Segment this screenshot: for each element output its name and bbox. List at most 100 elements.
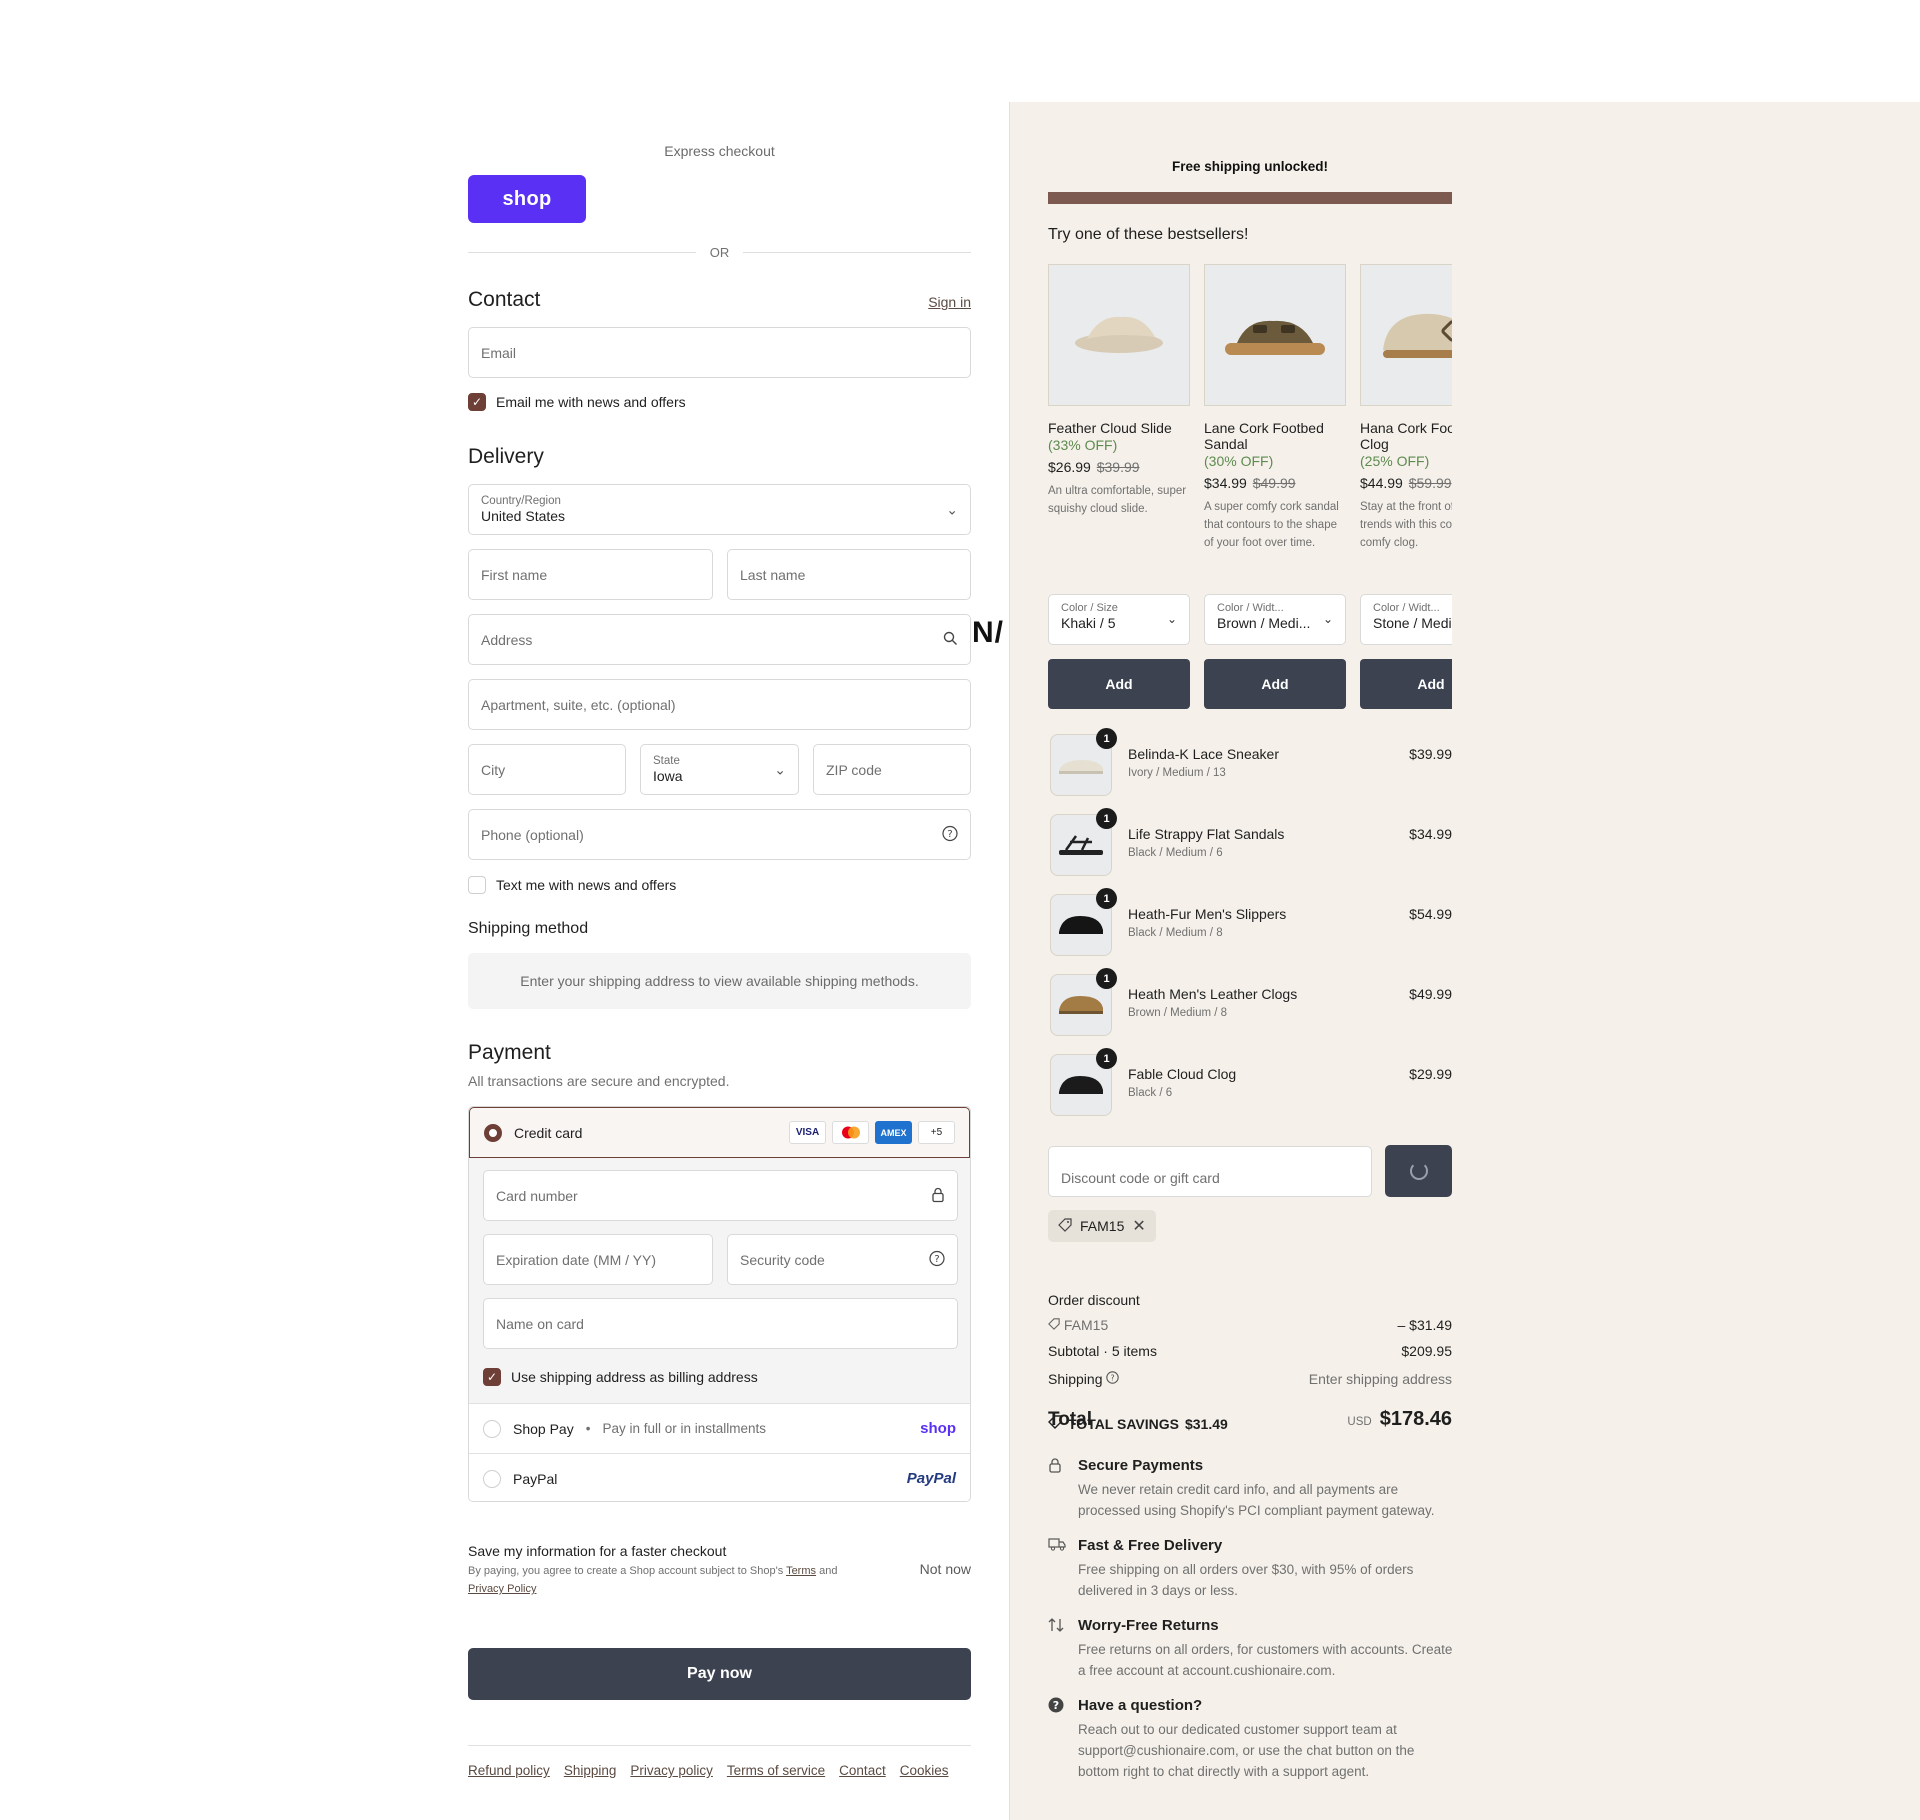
variant-label: Color / Widt... <box>1217 602 1284 614</box>
add-button[interactable]: Add <box>1048 659 1190 709</box>
variant-select[interactable]: Color / Widt... Stone / Medium <box>1360 594 1452 645</box>
email-opt-in-checkbox[interactable]: ✓ <box>468 393 486 411</box>
add-button[interactable]: Add <box>1204 659 1346 709</box>
item-name: Fable Cloud Clog <box>1128 1066 1237 1082</box>
item-price: $39.99 <box>1409 746 1452 762</box>
paypal-option[interactable]: PayPal PayPal <box>469 1453 970 1501</box>
benefit-description: Reach out to our dedicated customer supp… <box>1078 1722 1415 1779</box>
not-now-button[interactable]: Not now <box>920 1561 971 1577</box>
pay-now-button[interactable]: Pay now <box>468 1648 971 1700</box>
shipping-label: Shipping <box>1048 1371 1103 1387</box>
security-code-placeholder: Security code <box>740 1251 825 1268</box>
search-icon <box>943 631 958 649</box>
product-image[interactable] <box>1360 264 1452 406</box>
order-discount-label: Order discount <box>1048 1292 1140 1308</box>
name-on-card-field[interactable]: Name on card <box>483 1298 958 1349</box>
address-field[interactable]: Address <box>468 614 971 665</box>
svg-text:?: ? <box>1111 1372 1115 1382</box>
use-shipping-checkbox[interactable]: ✓ <box>483 1368 501 1386</box>
product-image[interactable] <box>1204 264 1346 406</box>
total-savings-label: TOTAL SAVINGS <box>1068 1415 1179 1432</box>
terms-link[interactable]: Terms <box>786 1565 816 1577</box>
state-select[interactable]: State Iowa ⌄ <box>640 744 799 795</box>
discount-code-input[interactable]: Discount code or gift card <box>1048 1146 1372 1197</box>
payment-methods: Credit card VISA AMEX +5 Card number Exp… <box>468 1106 971 1502</box>
shop-pay-option[interactable]: Shop Pay • Pay in full or in installment… <box>469 1403 970 1453</box>
paypal-radio[interactable] <box>483 1469 501 1488</box>
email-field[interactable]: Email <box>468 327 971 378</box>
product-discount: (25% OFF) <box>1360 453 1430 469</box>
contact-title: Contact <box>468 288 541 311</box>
divider-line <box>743 251 971 253</box>
product-image[interactable] <box>1048 264 1190 406</box>
help-icon[interactable]: ? <box>1106 1371 1120 1387</box>
shop-pay-sub: Pay in full or in installments <box>602 1421 767 1436</box>
privacy-policy-link[interactable]: Privacy policy <box>630 1763 713 1778</box>
svg-text:?: ? <box>934 1254 939 1265</box>
variant-select[interactable]: Color / Widt... Brown / Medi... ⌄ <box>1204 594 1346 645</box>
apply-discount-button[interactable] <box>1385 1145 1452 1197</box>
address-placeholder: Address <box>481 631 533 648</box>
sign-in-link[interactable]: Sign in <box>928 294 971 310</box>
variant-value: Khaki / 5 <box>1061 615 1116 631</box>
product-name[interactable]: Lane Cork Footbed Sandal <box>1204 420 1346 452</box>
bestseller-card: Hana Cork Footbed Clog (25% OFF) $44.99 … <box>1360 264 1452 709</box>
privacy-policy-link[interactable]: Privacy Policy <box>468 1583 536 1595</box>
add-button[interactable]: Add <box>1360 659 1452 709</box>
variant-select[interactable]: Color / Size Khaki / 5 ⌄ <box>1048 594 1190 645</box>
remove-discount-icon[interactable]: ✕ <box>1132 1216 1145 1236</box>
subtotal-label: Subtotal · 5 items <box>1048 1343 1157 1359</box>
use-shipping-billing[interactable]: ✓ Use shipping address as billing addres… <box>483 1368 758 1386</box>
phone-field[interactable]: Phone (optional) ? <box>468 809 971 860</box>
email-opt-in[interactable]: ✓ Email me with news and offers <box>468 393 686 411</box>
terms-of-service-link[interactable]: Terms of service <box>727 1763 825 1778</box>
name-on-card-placeholder: Name on card <box>496 1315 584 1332</box>
variant-value: Brown / Medi... <box>1217 615 1311 631</box>
mastercard-icon <box>832 1121 869 1144</box>
shipping-value: Enter shipping address <box>1308 1371 1452 1387</box>
contact-link[interactable]: Contact <box>839 1763 886 1778</box>
refund-policy-link[interactable]: Refund policy <box>468 1763 550 1778</box>
text-opt-in[interactable]: Text me with news and offers <box>468 876 676 894</box>
bestsellers-carousel[interactable]: Feather Cloud Slide (33% OFF) $26.99 $39… <box>1048 264 1452 709</box>
first-name-field[interactable]: First name <box>468 549 713 600</box>
shop-pay-logo: shop <box>920 1420 956 1437</box>
variant-value: Stone / Medium <box>1373 615 1452 631</box>
shop-pay-radio[interactable] <box>483 1419 501 1438</box>
chevron-down-icon: ⌄ <box>946 501 958 517</box>
item-price: $29.99 <box>1409 1066 1452 1082</box>
shipping-link[interactable]: Shipping <box>564 1763 617 1778</box>
last-name-field[interactable]: Last name <box>727 549 971 600</box>
payment-title: Payment <box>468 1041 551 1064</box>
product-price-row: $44.99 $59.99 <box>1360 474 1452 492</box>
card-number-field[interactable]: Card number <box>483 1170 958 1221</box>
product-name[interactable]: Hana Cork Footbed Clog <box>1360 420 1452 452</box>
last-name-placeholder: Last name <box>740 566 806 583</box>
bestsellers-title: Try one of these bestsellers! <box>1048 226 1249 243</box>
applied-code: FAM15 <box>1080 1218 1125 1234</box>
zip-field[interactable]: ZIP code <box>813 744 971 795</box>
apartment-field[interactable]: Apartment, suite, etc. (optional) <box>468 679 971 730</box>
expiration-field[interactable]: Expiration date (MM / YY) <box>483 1234 713 1285</box>
help-icon[interactable]: ? <box>929 1250 945 1269</box>
progress-fill <box>1048 192 1452 204</box>
security-code-field[interactable]: Security code ? <box>727 1234 958 1285</box>
divider-line <box>468 251 696 253</box>
credit-card-option[interactable]: Credit card VISA AMEX +5 <box>469 1107 970 1158</box>
credit-card-radio[interactable] <box>484 1123 502 1142</box>
city-field[interactable]: City <box>468 744 626 795</box>
country-select[interactable]: Country/Region United States ⌄ <box>468 484 971 535</box>
terms-text: By paying, you agree to create a Shop ac… <box>468 1565 784 1577</box>
shop-pay-express-button[interactable]: shop <box>468 175 586 223</box>
credit-card-label: Credit card <box>514 1124 583 1141</box>
product-name[interactable]: Feather Cloud Slide <box>1048 420 1190 436</box>
shipping-method-notice: Enter your shipping address to view avai… <box>468 953 971 1009</box>
email-opt-in-label: Email me with news and offers <box>496 394 686 410</box>
cookies-link[interactable]: Cookies <box>900 1763 949 1778</box>
cart-line-item: 1 Heath-Fur Men's Slippers Black / Mediu… <box>1048 888 1452 956</box>
help-icon[interactable]: ? <box>942 825 958 844</box>
subtotal-value: $209.95 <box>1401 1343 1452 1359</box>
state-label: State <box>653 755 680 767</box>
text-opt-in-checkbox[interactable] <box>468 876 486 894</box>
applied-discount-chip: FAM15 ✕ <box>1048 1210 1156 1242</box>
